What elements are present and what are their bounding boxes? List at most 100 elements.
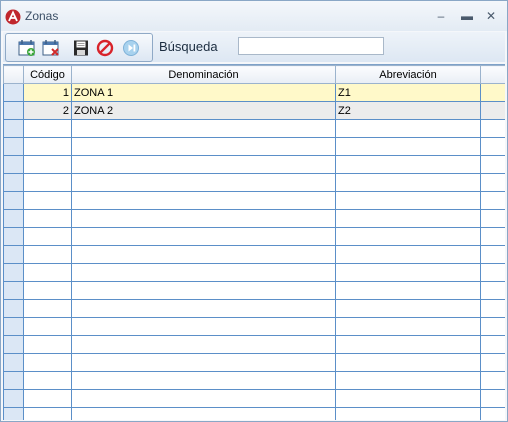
cell-abreviacion[interactable] xyxy=(335,407,481,420)
cell-codigo[interactable] xyxy=(23,263,72,282)
cell-codigo[interactable] xyxy=(23,353,72,372)
cell-codigo[interactable] xyxy=(23,371,72,390)
table-row[interactable]: 1 ZONA 1 Z1 xyxy=(3,83,505,102)
maximize-button[interactable]: ▬ xyxy=(457,7,477,25)
empty-table-row[interactable] xyxy=(3,281,505,300)
cell-codigo[interactable] xyxy=(23,209,72,228)
cell-denominacion[interactable] xyxy=(71,173,336,192)
cell-denominacion[interactable] xyxy=(71,263,336,282)
column-header-abreviacion[interactable]: Abreviación xyxy=(335,65,481,84)
row-indicator[interactable] xyxy=(3,119,24,138)
cell-denominacion[interactable] xyxy=(71,407,336,420)
row-indicator[interactable] xyxy=(3,407,24,420)
cell-denominacion[interactable] xyxy=(71,353,336,372)
table-row[interactable]: 2 ZONA 2 Z2 xyxy=(3,101,505,120)
cell-abreviacion[interactable]: Z2 xyxy=(335,101,481,120)
cell-denominacion[interactable] xyxy=(71,191,336,210)
empty-table-row[interactable] xyxy=(3,353,505,372)
empty-table-row[interactable] xyxy=(3,137,505,156)
row-indicator[interactable] xyxy=(3,389,24,408)
row-indicator[interactable] xyxy=(3,191,24,210)
cell-abreviacion[interactable] xyxy=(335,371,481,390)
cell-denominacion[interactable] xyxy=(71,119,336,138)
row-indicator[interactable] xyxy=(3,173,24,192)
cell-codigo[interactable] xyxy=(23,245,72,264)
row-indicator[interactable] xyxy=(3,299,24,318)
add-record-icon[interactable] xyxy=(18,39,36,57)
row-indicator[interactable] xyxy=(3,353,24,372)
cell-denominacion[interactable] xyxy=(71,317,336,336)
row-indicator[interactable] xyxy=(3,263,24,282)
row-indicator[interactable] xyxy=(3,281,24,300)
column-header-denominacion[interactable]: Denominación xyxy=(71,65,336,84)
row-indicator[interactable] xyxy=(3,371,24,390)
cell-codigo[interactable] xyxy=(23,227,72,246)
close-button[interactable]: ✕ xyxy=(481,7,501,25)
empty-table-row[interactable] xyxy=(3,335,505,354)
row-indicator[interactable] xyxy=(3,209,24,228)
empty-table-row[interactable] xyxy=(3,407,505,420)
cell-abreviacion[interactable] xyxy=(335,245,481,264)
cancel-icon[interactable] xyxy=(96,39,114,57)
cell-abreviacion[interactable] xyxy=(335,173,481,192)
empty-table-row[interactable] xyxy=(3,317,505,336)
row-indicator[interactable] xyxy=(3,137,24,156)
empty-table-row[interactable] xyxy=(3,191,505,210)
cell-codigo[interactable] xyxy=(23,281,72,300)
row-indicator[interactable] xyxy=(3,155,24,174)
cell-denominacion[interactable]: ZONA 2 xyxy=(71,101,336,120)
cell-abreviacion[interactable]: Z1 xyxy=(335,83,481,102)
cell-abreviacion[interactable] xyxy=(335,335,481,354)
row-indicator[interactable] xyxy=(3,227,24,246)
cell-abreviacion[interactable] xyxy=(335,191,481,210)
row-indicator[interactable] xyxy=(3,317,24,336)
cell-codigo[interactable]: 1 xyxy=(23,83,72,102)
cell-abreviacion[interactable] xyxy=(335,281,481,300)
save-icon[interactable] xyxy=(72,39,90,57)
empty-table-row[interactable] xyxy=(3,371,505,390)
empty-table-row[interactable] xyxy=(3,209,505,228)
cell-denominacion[interactable] xyxy=(71,281,336,300)
cell-abreviacion[interactable] xyxy=(335,299,481,318)
cell-codigo[interactable] xyxy=(23,119,72,138)
title-bar[interactable]: Zonas – ▬ ✕ xyxy=(1,1,507,31)
cell-abreviacion[interactable] xyxy=(335,227,481,246)
cell-denominacion[interactable] xyxy=(71,245,336,264)
empty-table-row[interactable] xyxy=(3,227,505,246)
empty-table-row[interactable] xyxy=(3,299,505,318)
cell-codigo[interactable]: 2 xyxy=(23,101,72,120)
empty-table-row[interactable] xyxy=(3,263,505,282)
cell-abreviacion[interactable] xyxy=(335,209,481,228)
empty-table-row[interactable] xyxy=(3,155,505,174)
cell-abreviacion[interactable] xyxy=(335,263,481,282)
empty-table-row[interactable] xyxy=(3,245,505,264)
cell-codigo[interactable] xyxy=(23,317,72,336)
cell-abreviacion[interactable] xyxy=(335,353,481,372)
empty-table-row[interactable] xyxy=(3,173,505,192)
cell-denominacion[interactable] xyxy=(71,371,336,390)
row-indicator[interactable] xyxy=(3,101,24,120)
cell-codigo[interactable] xyxy=(23,173,72,192)
cell-codigo[interactable] xyxy=(23,155,72,174)
search-input[interactable] xyxy=(238,37,384,55)
cell-abreviacion[interactable] xyxy=(335,389,481,408)
column-header-codigo[interactable]: Código xyxy=(23,65,72,84)
cell-codigo[interactable] xyxy=(23,299,72,318)
row-indicator[interactable] xyxy=(3,335,24,354)
delete-record-icon[interactable] xyxy=(42,39,60,57)
cell-codigo[interactable] xyxy=(23,407,72,420)
cell-denominacion[interactable] xyxy=(71,227,336,246)
cell-codigo[interactable] xyxy=(23,335,72,354)
minimize-button[interactable]: – xyxy=(431,7,451,25)
cell-denominacion[interactable] xyxy=(71,209,336,228)
cell-abreviacion[interactable] xyxy=(335,155,481,174)
cell-codigo[interactable] xyxy=(23,191,72,210)
cell-abreviacion[interactable] xyxy=(335,137,481,156)
data-grid[interactable]: Código Denominación Abreviación 1 ZONA 1… xyxy=(3,64,505,420)
cell-codigo[interactable] xyxy=(23,389,72,408)
row-indicator[interactable] xyxy=(3,245,24,264)
cell-abreviacion[interactable] xyxy=(335,317,481,336)
cell-denominacion[interactable] xyxy=(71,299,336,318)
cell-codigo[interactable] xyxy=(23,137,72,156)
cell-denominacion[interactable]: ZONA 1 xyxy=(71,83,336,102)
